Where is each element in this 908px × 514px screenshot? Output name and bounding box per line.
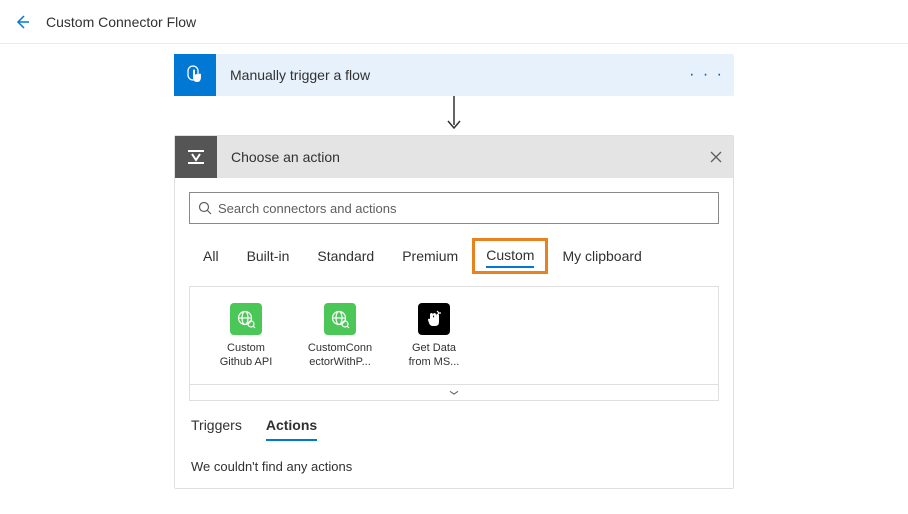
flow-canvas: Manually trigger a flow · · · Choose an … [0,44,908,489]
panel-body: All Built-in Standard Premium Custom My … [175,178,733,488]
connector-label: CustomGithub API [220,341,273,370]
expand-connectors-button[interactable] [190,384,718,400]
tab-built-in[interactable]: Built-in [233,242,304,270]
connectors-box: CustomGithub API CustomConnectorWithP...… [189,286,719,401]
tab-standard[interactable]: Standard [303,242,388,270]
search-icon [198,201,212,215]
back-icon[interactable] [12,12,32,32]
trigger-icon-box [174,54,216,96]
globe-icon [230,303,262,335]
connector-custom-connector-with-p[interactable]: CustomConnectorWithP... [304,303,376,370]
panel-title: Choose an action [231,149,340,165]
connectors-list: CustomGithub API CustomConnectorWithP...… [190,287,718,384]
empty-message: We couldn't find any actions [189,459,719,474]
ellipsis-button[interactable]: · · · [689,66,724,84]
tab-all[interactable]: All [189,242,233,270]
choose-action-icon [186,147,206,167]
chevron-down-icon [448,386,460,397]
subtab-triggers[interactable]: Triggers [191,417,242,441]
connector-label: CustomConnectorWithP... [308,341,372,370]
tab-premium[interactable]: Premium [388,242,472,270]
connector-custom-github-api[interactable]: CustomGithub API [210,303,282,370]
action-panel: Choose an action All Built-in Standard P… [174,135,734,489]
globe-icon [324,303,356,335]
topbar: Custom Connector Flow [0,0,908,44]
connector-get-data-from-ms[interactable]: Get Datafrom MS... [398,303,470,370]
hand-icon [418,303,450,335]
category-tabs: All Built-in Standard Premium Custom My … [189,238,719,274]
search-input[interactable] [218,201,710,216]
panel-icon-box [175,136,217,178]
connector-label: Get Datafrom MS... [409,341,460,370]
arrow-connector [444,95,464,135]
panel-header: Choose an action [175,136,733,178]
trigger-label: Manually trigger a flow [230,67,370,83]
page-title: Custom Connector Flow [46,14,196,30]
subtab-actions[interactable]: Actions [266,417,317,441]
sub-tabs: Triggers Actions [189,417,719,441]
tab-my-clipboard[interactable]: My clipboard [548,242,655,270]
search-box[interactable] [189,192,719,224]
tap-icon [184,64,206,86]
tab-custom[interactable]: Custom [472,238,548,274]
trigger-card[interactable]: Manually trigger a flow · · · [174,54,734,96]
close-icon[interactable] [709,150,723,164]
